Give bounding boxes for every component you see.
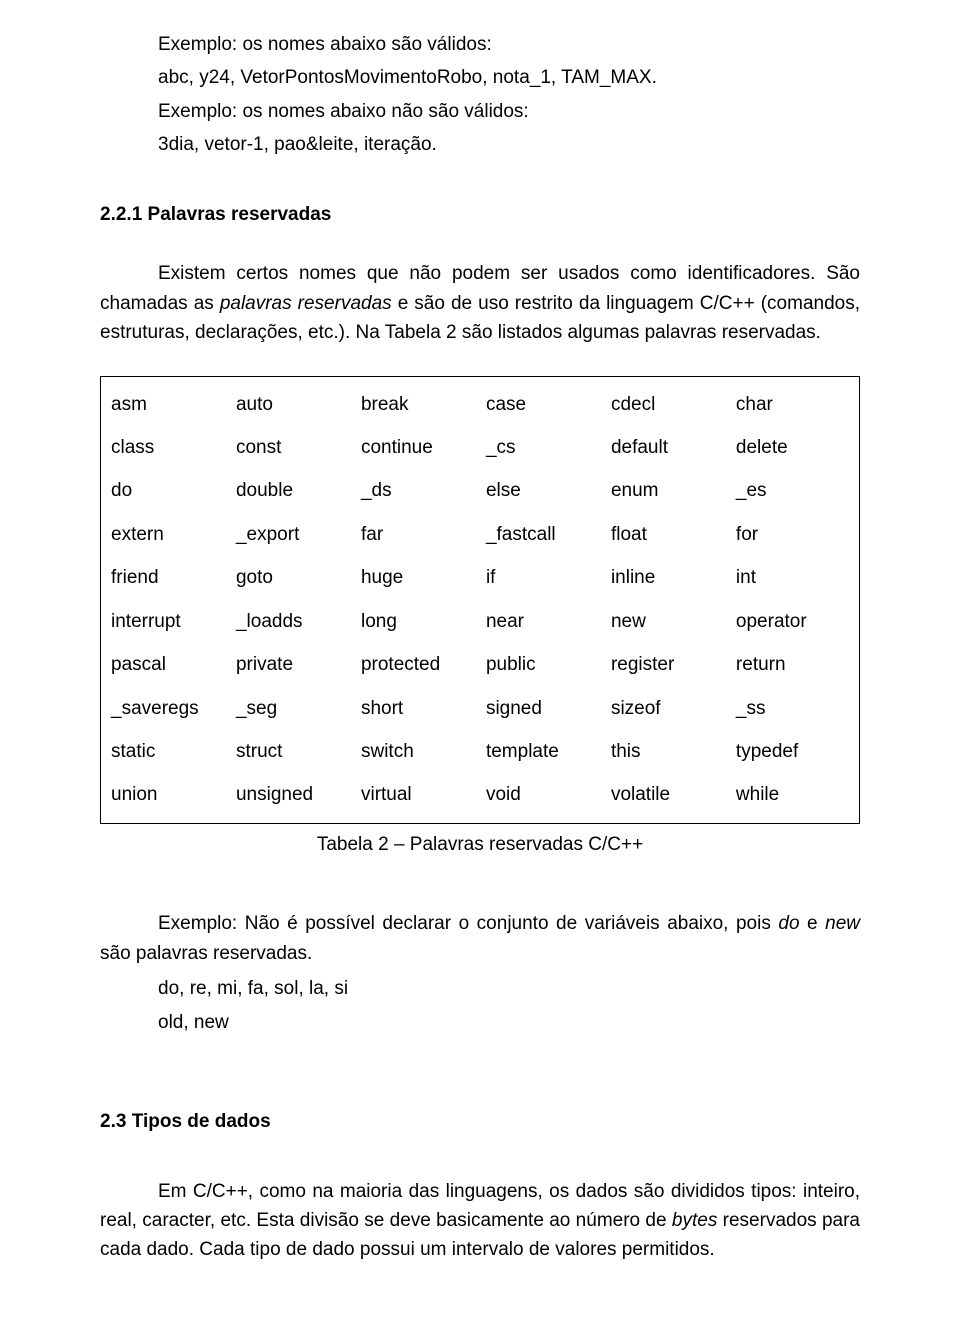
keyword-cell: protected (355, 643, 480, 686)
keyword-cell: enum (605, 469, 730, 512)
keyword-cell: _es (730, 469, 855, 512)
section-221-paragraph: Existem certos nomes que não podem ser u… (100, 259, 860, 347)
table-row: friendgotohugeifinlineint (105, 556, 855, 599)
keyword-cell: do (105, 469, 230, 512)
example2-italic-new: new (825, 913, 860, 934)
keyword-cell: static (105, 730, 230, 773)
example2-post: são palavras reservadas. (100, 943, 312, 964)
keyword-cell: inline (605, 556, 730, 599)
table-row: classconstcontinue_csdefaultdelete (105, 426, 855, 469)
keyword-cell: huge (355, 556, 480, 599)
keyword-cell: char (730, 383, 855, 426)
keyword-cell: private (230, 643, 355, 686)
keyword-cell: case (480, 383, 605, 426)
example2-mid: e (800, 913, 826, 934)
keyword-cell: _cs (480, 426, 605, 469)
keyword-cell: const (230, 426, 355, 469)
intro-line-1: Exemplo: os nomes abaixo são válidos: (100, 30, 860, 59)
intro-line-3: Exemplo: os nomes abaixo não são válidos… (100, 97, 860, 126)
keywords-table: asmautobreakcasecdeclcharclassconstconti… (105, 383, 855, 817)
section-23-paragraph: Em C/C++, como na maioria das linguagens… (100, 1177, 860, 1265)
keyword-cell: default (605, 426, 730, 469)
keyword-cell: register (605, 643, 730, 686)
table-row: extern_exportfar_fastcallfloatfor (105, 513, 855, 556)
keyword-cell: typedef (730, 730, 855, 773)
keyword-cell: extern (105, 513, 230, 556)
keyword-cell: class (105, 426, 230, 469)
keyword-cell: cdecl (605, 383, 730, 426)
keyword-cell: delete (730, 426, 855, 469)
keyword-cell: template (480, 730, 605, 773)
keyword-cell: else (480, 469, 605, 512)
sec23-italic: bytes (672, 1210, 717, 1231)
example-2-paragraph: Exemplo: Não é possível declarar o conju… (100, 909, 860, 968)
keyword-cell: far (355, 513, 480, 556)
keyword-cell: continue (355, 426, 480, 469)
example2-line-a: do, re, mi, fa, sol, la, si (158, 974, 860, 1003)
keyword-cell: volatile (605, 773, 730, 816)
table-row: interrupt_loaddslongnearnewoperator (105, 600, 855, 643)
keyword-cell: _export (230, 513, 355, 556)
table-caption: Tabela 2 – Palavras reservadas C/C++ (100, 830, 860, 859)
keyword-cell: public (480, 643, 605, 686)
keyword-cell: union (105, 773, 230, 816)
keyword-cell: operator (730, 600, 855, 643)
keyword-cell: short (355, 687, 480, 730)
keyword-cell: while (730, 773, 855, 816)
keyword-cell: switch (355, 730, 480, 773)
keyword-cell: _ds (355, 469, 480, 512)
keyword-cell: float (605, 513, 730, 556)
keyword-cell: double (230, 469, 355, 512)
keyword-cell: sizeof (605, 687, 730, 730)
keyword-cell: void (480, 773, 605, 816)
table-row: _saveregs_segshortsignedsizeof_ss (105, 687, 855, 730)
heading-2-2-1: 2.2.1 Palavras reservadas (100, 200, 860, 229)
keyword-cell: goto (230, 556, 355, 599)
keyword-cell: virtual (355, 773, 480, 816)
keyword-cell: _fastcall (480, 513, 605, 556)
table-row: pascalprivateprotectedpublicregisterretu… (105, 643, 855, 686)
intro-line-4: 3dia, vetor-1, pao&leite, iteração. (100, 130, 860, 159)
keyword-cell: signed (480, 687, 605, 730)
keyword-cell: return (730, 643, 855, 686)
keyword-cell: struct (230, 730, 355, 773)
keyword-cell: _seg (230, 687, 355, 730)
keyword-cell: asm (105, 383, 230, 426)
keyword-cell: if (480, 556, 605, 599)
keyword-cell: this (605, 730, 730, 773)
keyword-cell: friend (105, 556, 230, 599)
keyword-cell: long (355, 600, 480, 643)
keyword-cell: interrupt (105, 600, 230, 643)
example2-italic-do: do (778, 913, 799, 934)
table-row: staticstructswitchtemplatethistypedef (105, 730, 855, 773)
keyword-cell: _loadds (230, 600, 355, 643)
keyword-cell: new (605, 600, 730, 643)
keyword-cell: _ss (730, 687, 855, 730)
keyword-cell: for (730, 513, 855, 556)
intro-line-2: abc, y24, VetorPontosMovimentoRobo, nota… (100, 63, 860, 92)
para-italic: palavras reservadas (220, 293, 392, 314)
table-row: asmautobreakcasecdeclchar (105, 383, 855, 426)
example2-pre: Exemplo: Não é possível declarar o conju… (158, 913, 778, 934)
heading-2-3: 2.3 Tipos de dados (100, 1107, 860, 1136)
keyword-cell: int (730, 556, 855, 599)
example2-line-b: old, new (158, 1008, 860, 1037)
keyword-cell: break (355, 383, 480, 426)
keyword-cell: auto (230, 383, 355, 426)
table-row: unionunsignedvirtualvoidvolatilewhile (105, 773, 855, 816)
table-row: dodouble_dselseenum_es (105, 469, 855, 512)
keyword-cell: pascal (105, 643, 230, 686)
keyword-cell: near (480, 600, 605, 643)
keywords-table-box: asmautobreakcasecdeclcharclassconstconti… (100, 376, 860, 824)
keyword-cell: unsigned (230, 773, 355, 816)
keyword-cell: _saveregs (105, 687, 230, 730)
